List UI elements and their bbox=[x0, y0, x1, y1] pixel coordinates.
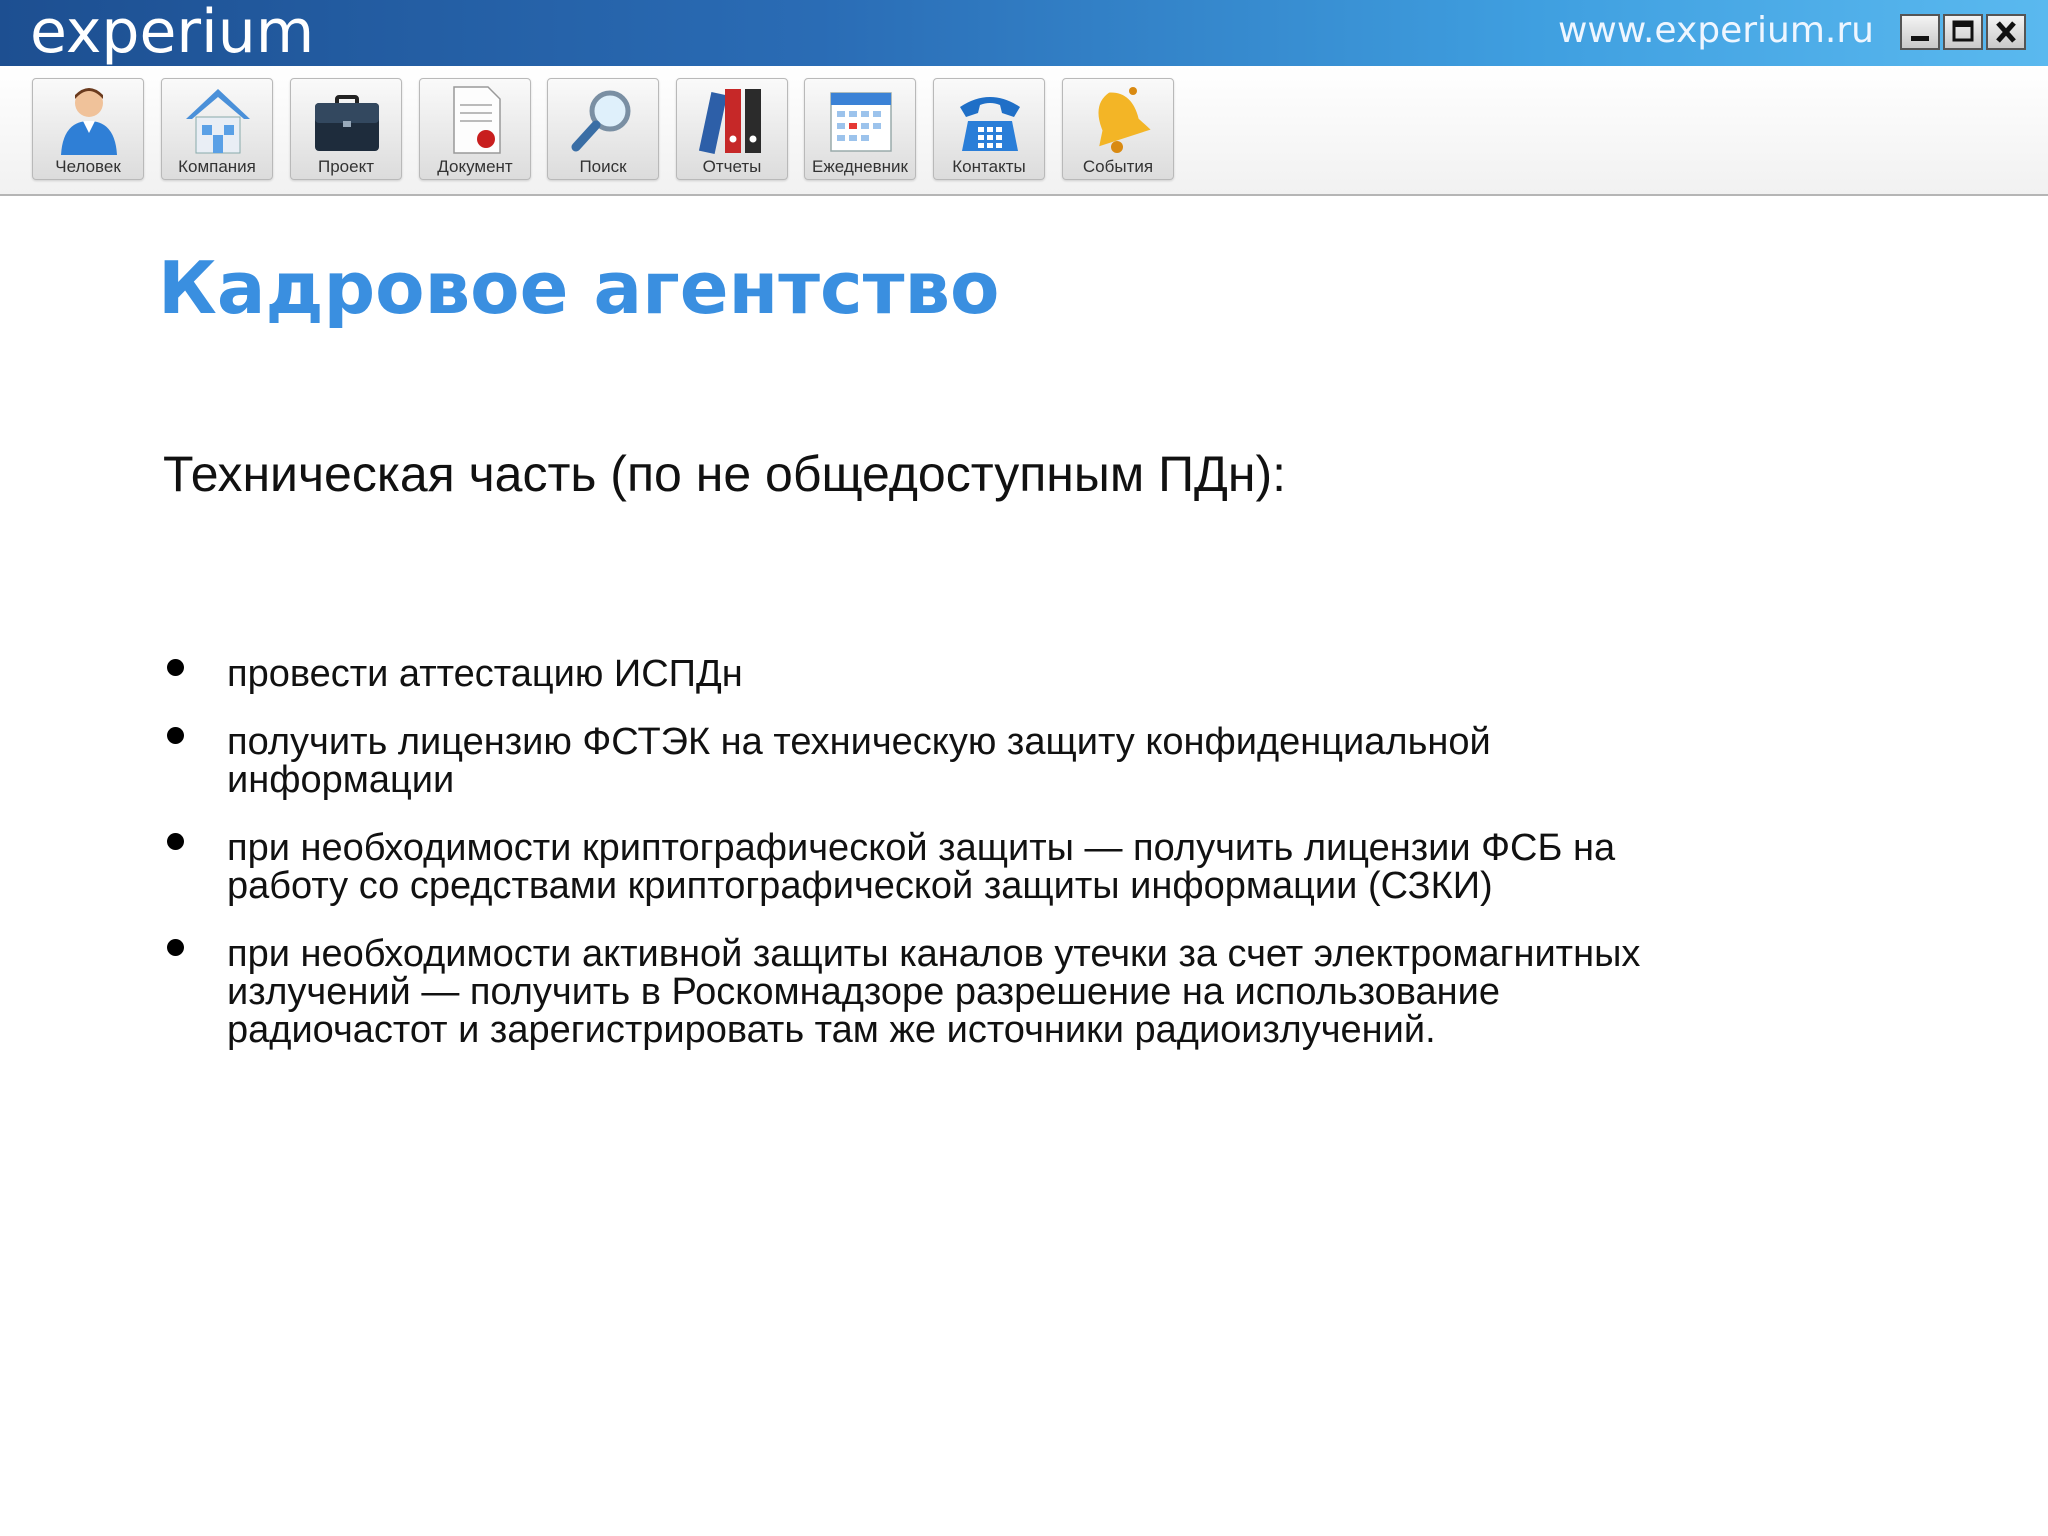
list-item-text: при необходимости криптографической защи… bbox=[227, 827, 1616, 907]
experium-logo: experium bbox=[30, 0, 315, 67]
minimize-button[interactable] bbox=[1900, 14, 1940, 50]
close-icon bbox=[1996, 21, 2016, 43]
window-controls bbox=[1900, 14, 2026, 50]
toolbar-label: Компания bbox=[178, 157, 256, 176]
list-item: при необходимости криптографической защи… bbox=[163, 829, 1723, 905]
list-item-text: при необходимости активной защиты канало… bbox=[227, 933, 1641, 1051]
page-title: Кадровое агентство bbox=[158, 246, 1000, 330]
toolbar-search-button[interactable]: Поиск bbox=[547, 78, 659, 180]
toolbar-label: Контакты bbox=[952, 157, 1026, 176]
toolbar-label: События bbox=[1082, 157, 1154, 176]
list-item: получить лицензию ФСТЭК на техническую з… bbox=[163, 723, 1723, 799]
maximize-icon bbox=[1952, 20, 1974, 42]
telephone-icon bbox=[960, 97, 1020, 151]
section-subtitle: Техническая часть (по не общедоступным П… bbox=[163, 446, 1287, 502]
bullet-icon bbox=[167, 939, 184, 956]
house-icon bbox=[186, 89, 250, 154]
close-button[interactable] bbox=[1986, 14, 2026, 50]
toolbar-project-button[interactable]: Проект bbox=[290, 78, 402, 180]
list-item-text: получить лицензию ФСТЭК на техническую з… bbox=[227, 721, 1491, 801]
toolbar-company-button[interactable]: Компания bbox=[161, 78, 273, 180]
bell-icon bbox=[1098, 87, 1151, 153]
binders-icon bbox=[698, 89, 761, 155]
list-item-text: провести аттестацию ИСПДн bbox=[227, 653, 743, 695]
toolbar-label: Проект bbox=[318, 157, 374, 176]
toolbar-document-button[interactable]: Документ bbox=[419, 78, 531, 180]
magnifier-icon bbox=[571, 90, 631, 152]
maximize-button[interactable] bbox=[1943, 14, 1983, 50]
bullet-icon bbox=[167, 659, 184, 676]
toolbar-planner-button[interactable]: Ежедневник bbox=[804, 78, 916, 180]
toolbar-reports-button[interactable]: Отчеты bbox=[676, 78, 788, 180]
toolbar-person-button[interactable]: Человек bbox=[32, 78, 144, 180]
list-item: провести аттестацию ИСПДн bbox=[163, 655, 1723, 693]
requirements-list: провести аттестацию ИСПДн получить лицен… bbox=[163, 655, 1723, 1079]
bullet-icon bbox=[167, 833, 184, 850]
minimize-icon bbox=[1911, 36, 1929, 41]
main-toolbar: Человек Компания Проект Документ Поиск О… bbox=[0, 66, 2048, 196]
document-icon bbox=[453, 86, 501, 154]
toolbar-label: Отчеты bbox=[702, 157, 762, 176]
calendar-icon bbox=[830, 92, 892, 152]
toolbar-label: Поиск bbox=[579, 157, 627, 176]
toolbar-contacts-button[interactable]: Контакты bbox=[933, 78, 1045, 180]
bullet-icon bbox=[167, 727, 184, 744]
site-url: www.experium.ru bbox=[1557, 10, 1874, 51]
briefcase-icon bbox=[315, 95, 379, 151]
window-titlebar: experium www.experium.ru bbox=[0, 0, 2048, 66]
toolbar-events-button[interactable]: События bbox=[1062, 78, 1174, 180]
toolbar-label: Человек bbox=[55, 157, 121, 176]
list-item: при необходимости активной защиты канало… bbox=[163, 935, 1723, 1049]
toolbar-label: Ежедневник bbox=[812, 157, 908, 176]
toolbar-label: Документ bbox=[437, 157, 513, 176]
person-icon bbox=[61, 88, 117, 155]
